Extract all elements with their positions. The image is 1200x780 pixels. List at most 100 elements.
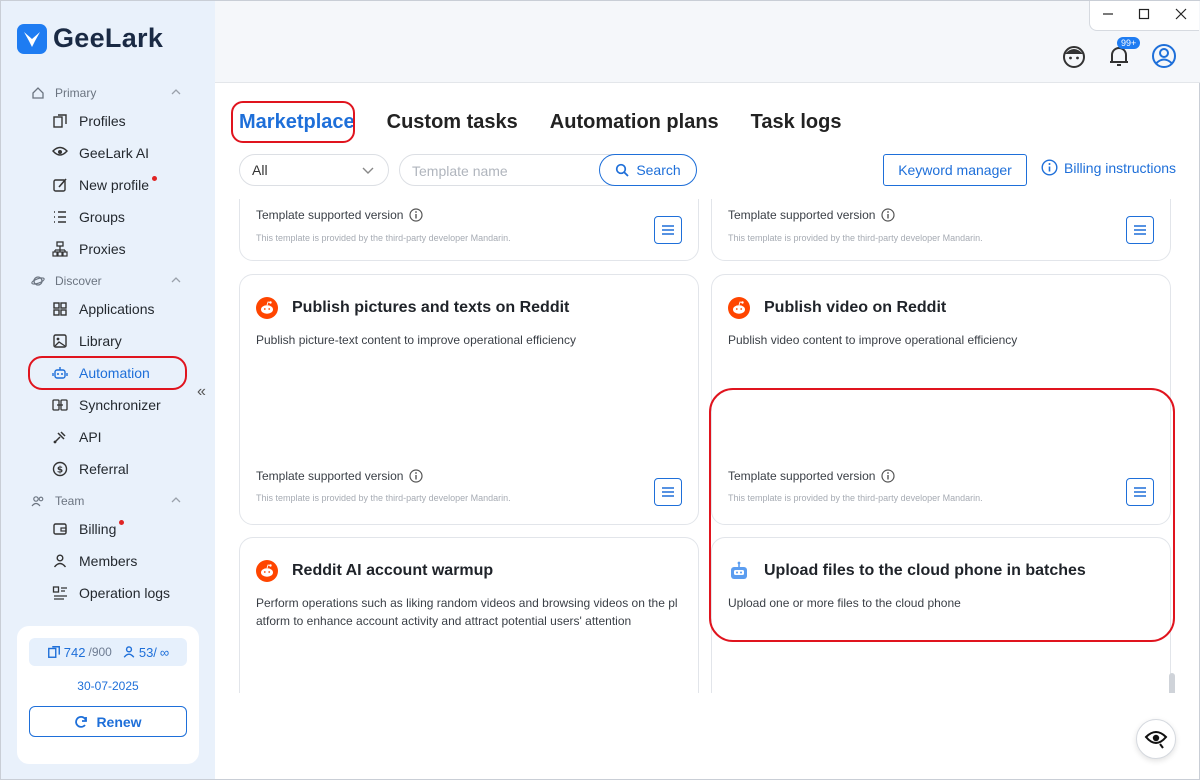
- template-card[interactable]: Publish pictures and texts on Reddit Pub…: [239, 274, 699, 525]
- sidebar-item-groups[interactable]: Groups: [1, 201, 215, 233]
- tab-custom-tasks[interactable]: Custom tasks: [387, 107, 518, 137]
- template-card[interactable]: Upload files to the cloud phone in batch…: [711, 537, 1171, 693]
- card-version: Template supported version: [256, 469, 424, 483]
- renew-button[interactable]: Renew: [29, 706, 187, 737]
- category-select[interactable]: All: [239, 154, 389, 186]
- sidebar-item-library[interactable]: Library: [1, 325, 215, 357]
- search-input[interactable]: [412, 161, 592, 181]
- assistant-float-button[interactable]: [1136, 719, 1176, 759]
- template-card[interactable]: Template supported version This template…: [711, 199, 1171, 261]
- sidebar-item-proxies[interactable]: Proxies: [1, 233, 215, 265]
- template-card[interactable]: Reddit AI account warmup Perform operati…: [239, 537, 699, 693]
- chevron-up-icon: [171, 497, 181, 503]
- search-label: Search: [636, 162, 681, 178]
- section-label: Team: [55, 494, 85, 508]
- sidebar-item-new-profile[interactable]: New profile: [1, 169, 215, 201]
- sidebar-item-members[interactable]: Members: [1, 545, 215, 577]
- card-title-text: Upload files to the cloud phone in batch…: [764, 562, 1086, 579]
- close-icon[interactable]: [1175, 7, 1187, 25]
- version-label: Template supported version: [256, 469, 404, 483]
- card-description: Publish picture-text content to improve …: [256, 333, 576, 347]
- edit-icon: [51, 176, 69, 194]
- menu-lines-icon: [662, 487, 674, 497]
- profiles-icon: [51, 112, 69, 130]
- section-head-discover[interactable]: Discover: [1, 269, 215, 293]
- minimize-icon[interactable]: [1102, 7, 1114, 25]
- card-details-button[interactable]: [654, 216, 682, 244]
- highlight-ring-marketplace: [231, 101, 355, 143]
- highlight-ring-automation: [28, 356, 187, 390]
- scrollbar-thumb[interactable]: [1169, 673, 1175, 693]
- account-avatar-icon[interactable]: [1151, 43, 1177, 69]
- section-head-team[interactable]: Team: [1, 489, 215, 513]
- notification-badge: 99+: [1117, 37, 1141, 49]
- notification-dot: [152, 175, 158, 181]
- template-card[interactable]: Template supported version This template…: [239, 199, 699, 261]
- refresh-icon: [75, 715, 88, 728]
- sidebar-item-geelark-ai[interactable]: GeeLark AI: [1, 137, 215, 169]
- ai-eye-icon: [51, 144, 69, 162]
- version-label: Template supported version: [728, 469, 876, 483]
- search-button[interactable]: Search: [599, 154, 697, 186]
- sidebar-item-applications[interactable]: Applications: [1, 293, 215, 325]
- support-avatar-icon[interactable]: [1061, 43, 1087, 69]
- info-icon[interactable]: [409, 208, 424, 222]
- filter-row: All Search Keyword manager Billing instr…: [239, 153, 1179, 187]
- card-title: Reddit AI account warmup: [256, 560, 493, 582]
- svg-text:$: $: [57, 466, 63, 476]
- sidebar-item-referral[interactable]: $ Referral: [1, 453, 215, 485]
- search-box: Search: [399, 154, 697, 186]
- card-title-text: Publish pictures and texts on Reddit: [292, 299, 570, 316]
- quota-row: 742/900 53/∞: [29, 638, 187, 666]
- info-icon[interactable]: [881, 208, 896, 222]
- robot-icon: [731, 561, 747, 579]
- sidebar-item-api[interactable]: API: [1, 421, 215, 453]
- tab-task-logs[interactable]: Task logs: [751, 107, 842, 137]
- search-icon: [616, 163, 629, 177]
- sidebar-item-label: Operation logs: [79, 585, 171, 601]
- card-title: Upload files to the cloud phone in batch…: [728, 560, 1086, 582]
- template-grid: Template supported version This template…: [215, 199, 1199, 693]
- version-label: Template supported version: [256, 208, 404, 222]
- collapse-sidebar-icon[interactable]: «: [197, 383, 206, 401]
- section-head-primary[interactable]: Primary: [1, 81, 215, 105]
- profiles-quota: 742/900: [47, 645, 112, 660]
- menu-lines-icon: [1134, 225, 1146, 235]
- billing-instructions-link[interactable]: Billing instructions: [1041, 159, 1176, 176]
- sidebar-item-label: Members: [79, 553, 138, 569]
- card-version: Template supported version: [728, 469, 896, 483]
- card-details-button[interactable]: [654, 478, 682, 506]
- billing-instructions-label: Billing instructions: [1064, 159, 1177, 176]
- info-icon[interactable]: [881, 469, 896, 483]
- user-icon: [123, 646, 135, 658]
- members-used: 53/: [138, 644, 157, 660]
- sidebar-item-label: GeeLark AI: [79, 145, 150, 161]
- sidebar-item-label: Billing: [79, 521, 117, 537]
- sidebar-item-label: Synchronizer: [79, 397, 161, 413]
- user-icon: [51, 552, 69, 570]
- ai-eye-icon: [1144, 731, 1168, 749]
- maximize-icon[interactable]: [1138, 7, 1150, 25]
- nav-section-team: Team Billing Members Operation logs: [1, 489, 215, 609]
- sidebar-item-billing[interactable]: Billing: [1, 513, 215, 545]
- reddit-icon: [256, 297, 278, 319]
- info-icon[interactable]: [409, 469, 424, 483]
- sync-icon: [51, 396, 69, 414]
- card-provider-note: This template is provided by the third-p…: [256, 233, 511, 243]
- top-icons: 99+: [1061, 37, 1177, 69]
- main-content: Marketplace Custom tasks Automation plan…: [215, 83, 1199, 779]
- card-details-button[interactable]: [1126, 478, 1154, 506]
- tab-automation-plans[interactable]: Automation plans: [550, 107, 719, 137]
- template-card[interactable]: Publish video on Reddit Publish video co…: [711, 274, 1171, 525]
- sidebar-item-operation-logs[interactable]: Operation logs: [1, 577, 215, 609]
- members-total: ∞: [159, 644, 170, 660]
- keyword-manager-button[interactable]: Keyword manager: [883, 154, 1027, 186]
- sidebar-item-synchronizer[interactable]: Synchronizer: [1, 389, 215, 421]
- notification-dot: [119, 519, 125, 525]
- notification-bell[interactable]: 99+: [1107, 37, 1141, 68]
- wallet-icon: [51, 520, 69, 538]
- sidebar-item-label: Proxies: [79, 241, 126, 257]
- sidebar-item-profiles[interactable]: Profiles: [1, 105, 215, 137]
- app-name: GeeLark: [53, 23, 164, 53]
- card-details-button[interactable]: [1126, 216, 1154, 244]
